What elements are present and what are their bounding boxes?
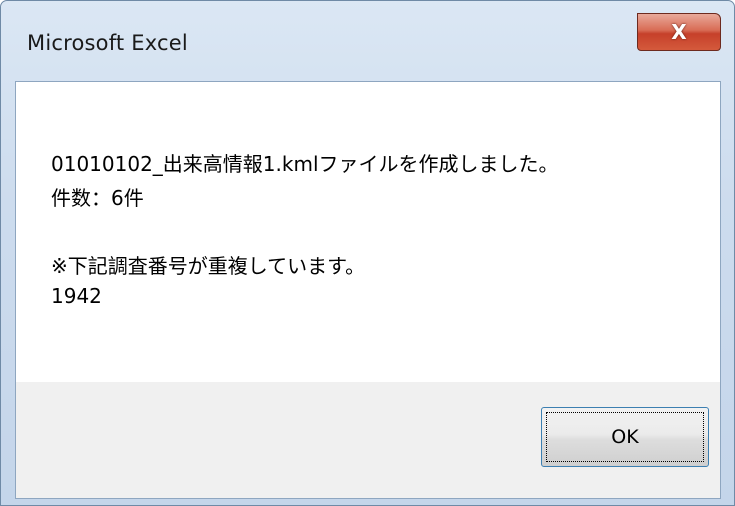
message-record-count: 件数：6件	[51, 186, 144, 210]
window-title: Microsoft Excel	[27, 31, 188, 55]
dialog-client-area: 01010102_出来高情報1.kmlファイルを作成しました。 件数：6件 ※下…	[15, 81, 721, 499]
ok-button[interactable]: OK	[541, 407, 709, 467]
message-file-created: 01010102_出来高情報1.kmlファイルを作成しました。	[51, 152, 559, 176]
message-box-window: Microsoft Excel X 01010102_出来高情報1.kmlファイ…	[0, 0, 735, 506]
message-area: 01010102_出来高情報1.kmlファイルを作成しました。 件数：6件 ※下…	[16, 82, 720, 382]
close-button[interactable]: X	[637, 13, 721, 51]
title-bar[interactable]: Microsoft Excel X	[1, 1, 734, 79]
button-area: OK	[16, 382, 720, 498]
message-duplicate-id: 1942	[51, 284, 102, 308]
message-duplicate-warning: ※下記調査番号が重複しています。	[51, 254, 366, 278]
ok-button-label: OK	[611, 426, 639, 448]
close-icon: X	[671, 20, 687, 44]
